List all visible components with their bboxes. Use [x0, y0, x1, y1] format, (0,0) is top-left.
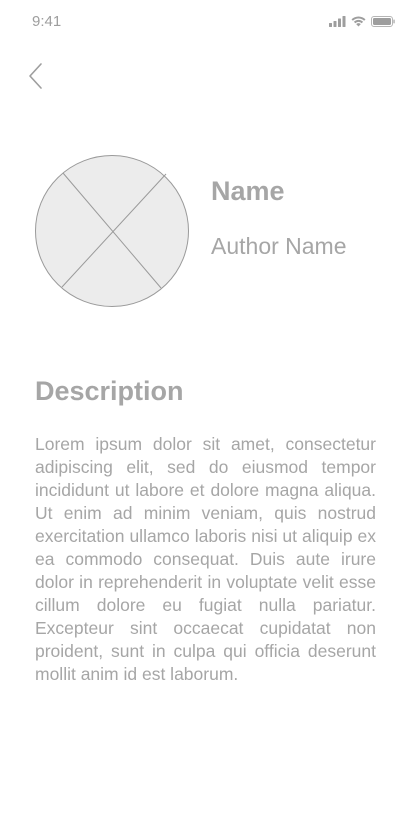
signal-icon: [329, 15, 346, 27]
wifi-icon: [351, 16, 366, 26]
chevron-left-icon: [29, 63, 42, 89]
status-icons: [329, 15, 395, 27]
status-bar: 9:41: [0, 0, 411, 44]
battery-icon: [371, 15, 395, 27]
description-body: Lorem ipsum dolor sit amet, consectetur …: [35, 434, 376, 684]
status-time: 9:41: [32, 13, 62, 30]
image-placeholder-icon: [35, 155, 189, 307]
avatar: [35, 155, 189, 307]
back-button[interactable]: [22, 56, 52, 96]
description-heading: Description: [35, 376, 184, 406]
author-name: Author Name: [211, 233, 347, 259]
name-heading: Name: [211, 176, 285, 206]
